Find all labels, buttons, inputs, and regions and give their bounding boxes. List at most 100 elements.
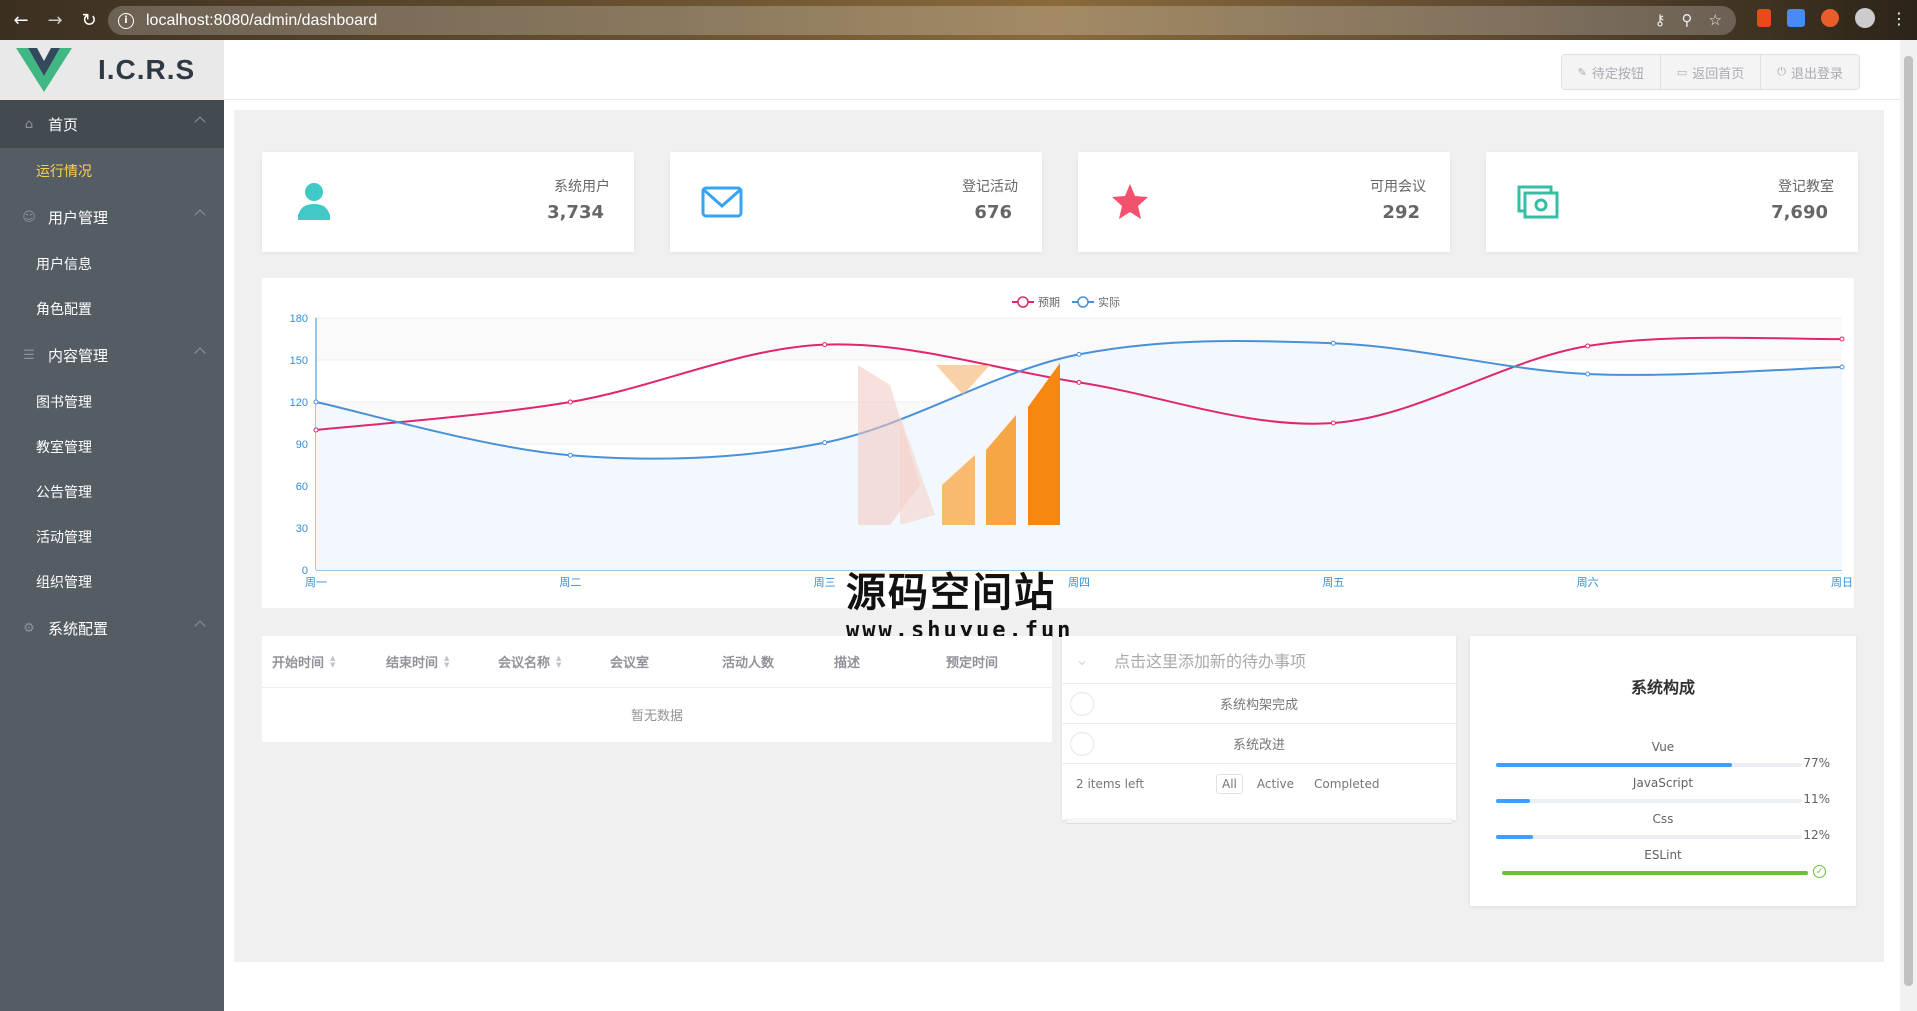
block-extension-icon[interactable]: [1821, 9, 1839, 27]
progress-label: Vue: [1651, 740, 1675, 754]
browser-menu-icon[interactable]: ⋮: [1891, 9, 1907, 28]
progress-item: ESLint ✓: [1496, 848, 1830, 878]
system-composition-card: 系统构成 Vue 77% JavaScript 11% Css 12% ESLint ✓: [1470, 636, 1856, 906]
sort-caret-icon[interactable]: ▲ ▼: [330, 654, 335, 669]
header-button-0[interactable]: ✎ 待定按钮: [1562, 55, 1661, 89]
money-icon: [1516, 180, 1560, 224]
sidebar-item[interactable]: 教室管理: [0, 424, 224, 469]
sidebar-group-1[interactable]: ☺ 用户管理: [0, 193, 224, 241]
stat-card[interactable]: 登记教室 7,690: [1486, 152, 1858, 252]
stat-value: 3,734: [547, 202, 604, 223]
sidebar-group-3[interactable]: ⚙ 系统配置: [0, 604, 224, 652]
sort-caret-icon[interactable]: ▲ ▼: [444, 654, 449, 669]
data-point: [313, 399, 319, 405]
url-text[interactable]: localhost:8080/admin/dashboard: [146, 12, 377, 30]
reload-icon[interactable]: ↻: [76, 7, 102, 33]
stat-value: 292: [1382, 202, 1420, 223]
address-bar[interactable]: i localhost:8080/admin/dashboard ⚷ ⚲ ☆: [108, 6, 1736, 35]
monitor-icon: ▭: [1676, 65, 1688, 79]
todo-item-text[interactable]: 系统改进: [1062, 734, 1456, 753]
data-point: [567, 399, 573, 405]
data-point: [1330, 420, 1336, 426]
sidebar: I.C.R.S ⌂ 首页运行情况 ☺ 用户管理用户信息 角色配置 ☰ 内容管理 图书管理 教室管…: [0, 40, 224, 1011]
office-extension-icon[interactable]: [1757, 9, 1771, 27]
progress-track: [1496, 799, 1802, 803]
chevron-up-icon: [194, 116, 206, 128]
user-icon: ☺: [22, 209, 36, 225]
y-tick-label: 180: [290, 313, 308, 325]
info-icon[interactable]: i: [118, 12, 134, 29]
back-arrow-icon[interactable]: ←: [8, 7, 34, 33]
stat-label: 可用会议: [1370, 179, 1426, 195]
profile-avatar-icon[interactable]: [1855, 8, 1875, 28]
watermark-title: 源码空间站: [846, 570, 1056, 616]
y-tick-label: 90: [296, 439, 308, 451]
legend-marker: [1077, 296, 1089, 308]
todo-checkbox[interactable]: [1070, 692, 1094, 716]
column-header[interactable]: 开始时间 ▲ ▼: [262, 652, 376, 671]
todo-stack-decoration: [1066, 818, 1452, 824]
star-icon: [1108, 180, 1152, 224]
page-scrollbar[interactable]: [1900, 40, 1917, 1011]
todo-footer: 2 items left All Active Completed: [1062, 764, 1456, 804]
filter-completed[interactable]: Completed: [1308, 774, 1385, 794]
sidebar-item[interactable]: 组织管理: [0, 559, 224, 604]
todo-checkbox[interactable]: [1070, 732, 1094, 756]
stat-card[interactable]: 系统用户 3,734: [262, 152, 634, 252]
stat-label: 系统用户: [554, 179, 610, 195]
sidebar-item[interactable]: 角色配置: [0, 286, 224, 331]
table-header: 开始时间 ▲ ▼ 结束时间 ▲ ▼ 会议名称 ▲ ▼ 会议室 活动人数 描述 预定时间: [262, 636, 1052, 688]
data-point: [1839, 364, 1845, 370]
translate-extension-icon[interactable]: [1787, 9, 1805, 27]
sidebar-item[interactable]: 公告管理: [0, 469, 224, 514]
y-tick-label: 60: [296, 481, 308, 493]
progress-track: [1496, 835, 1802, 839]
check-circle-icon: ✓: [1813, 865, 1826, 878]
data-point: [313, 427, 319, 433]
sidebar-item[interactable]: 活动管理: [0, 514, 224, 559]
sidebar-group-label: 首页: [48, 115, 79, 134]
forward-arrow-icon[interactable]: →: [42, 7, 68, 33]
bookmark-star-icon[interactable]: ☆: [1709, 11, 1722, 29]
todo-item-text[interactable]: 系统构架完成: [1062, 694, 1456, 713]
progress-item: Css 12%: [1496, 812, 1830, 842]
table-empty-text: 暂无数据: [630, 708, 683, 724]
data-point: [1839, 336, 1845, 342]
header-button-2[interactable]: ⏻ 退出登录: [1761, 55, 1859, 89]
user-icon: [292, 180, 336, 224]
home-icon: ⌂: [24, 116, 34, 132]
todo-item[interactable]: 系统构架完成: [1062, 684, 1456, 724]
zoom-icon[interactable]: ⚲: [1682, 11, 1693, 29]
sidebar-item[interactable]: 运行情况: [0, 148, 224, 193]
todo-item[interactable]: 系统改进: [1062, 724, 1456, 764]
progress-track: [1496, 763, 1802, 767]
sidebar-group-2[interactable]: ☰ 内容管理: [0, 331, 224, 379]
sort-caret-icon[interactable]: ▲ ▼: [556, 654, 561, 669]
progress-percent: 12%: [1803, 828, 1830, 842]
filter-active[interactable]: Active: [1251, 774, 1300, 794]
y-tick-label: 150: [290, 355, 308, 367]
chevron-up-icon: [194, 209, 206, 221]
data-point: [1330, 340, 1336, 346]
sidebar-item[interactable]: 用户信息: [0, 241, 224, 286]
header-button-1[interactable]: ▭ 返回首页: [1661, 55, 1762, 89]
scrollbar-thumb[interactable]: [1904, 56, 1913, 986]
todo-input-placeholder[interactable]: 点击这里添加新的待办事项: [1114, 648, 1306, 672]
column-header[interactable]: 结束时间 ▲ ▼: [376, 652, 488, 671]
sidebar-group-0[interactable]: ⌂ 首页: [0, 100, 224, 148]
toggle-all-chevron-icon[interactable]: ⌄: [1062, 650, 1102, 669]
column-header: 描述: [834, 656, 861, 671]
sidebar-menu: ⌂ 首页运行情况 ☺ 用户管理用户信息 角色配置 ☰ 内容管理 图书管理 教室管理 公告管理 活动管…: [0, 100, 224, 652]
items-left-count: 2 items left: [1076, 777, 1145, 791]
stat-card[interactable]: 登记活动 676: [670, 152, 1042, 252]
legend-marker: [1017, 296, 1029, 308]
sidebar-item[interactable]: 图书管理: [0, 379, 224, 424]
key-icon[interactable]: ⚷: [1655, 11, 1666, 29]
logo-area[interactable]: I.C.R.S: [0, 40, 224, 100]
filter-all[interactable]: All: [1216, 774, 1243, 794]
column-header[interactable]: 会议名称 ▲ ▼: [488, 652, 600, 671]
stat-card[interactable]: 可用会议 292: [1078, 152, 1450, 252]
legend-label: 实际: [1098, 295, 1120, 309]
sidebar-group-label: 用户管理: [48, 208, 109, 227]
todo-new-input[interactable]: ⌄ 点击这里添加新的待办事项: [1062, 636, 1456, 684]
